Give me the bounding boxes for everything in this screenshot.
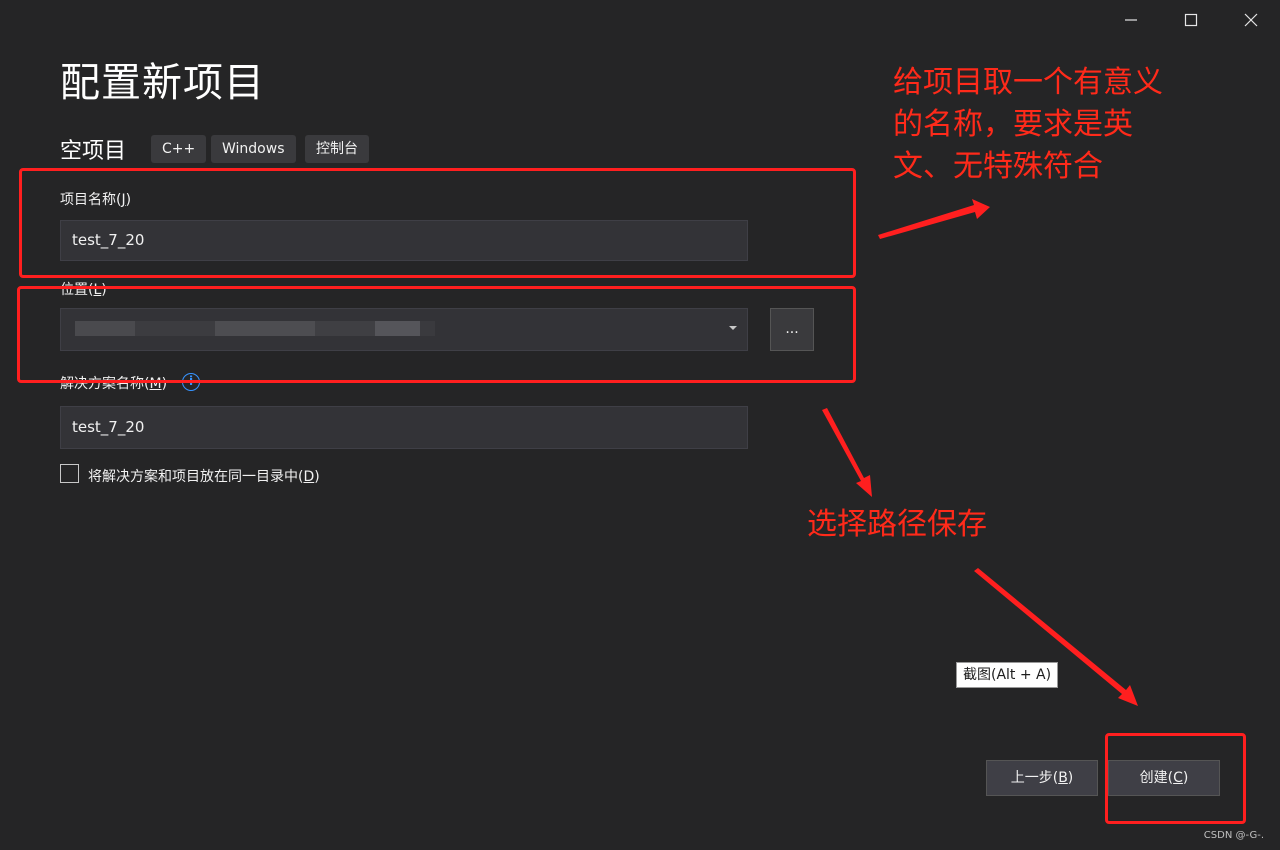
- arrow-to-name-hint: [878, 199, 990, 239]
- annotation-arrows: [822, 199, 1138, 706]
- arrow-to-create-button: [974, 568, 1138, 706]
- watermark: CSDN @-G-.: [1203, 830, 1264, 841]
- arrow-to-path-hint: [822, 408, 872, 497]
